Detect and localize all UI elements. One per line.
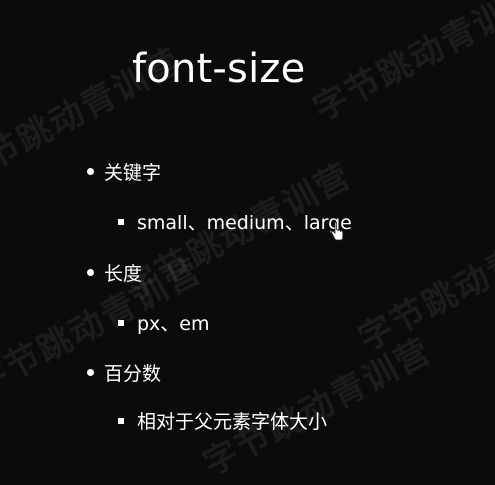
list-subitem: small、medium、large <box>118 208 352 235</box>
list-subitem: 相对于父元素字体大小 <box>118 407 327 434</box>
list-item-label: 百分数 <box>104 363 162 385</box>
list-item-label: 关键字 <box>104 162 162 184</box>
list-subitem: px、em <box>118 309 210 336</box>
list-subitem-label: 相对于父元素字体大小 <box>137 411 328 433</box>
hand-pointer-icon <box>331 222 344 241</box>
bullet-list: 关键字 small、medium、large 长度 px、em 百分数 相对于父… <box>0 0 495 473</box>
square-bullet-icon <box>118 417 124 424</box>
square-bullet-icon <box>118 218 124 225</box>
list-item: 关键字 <box>87 158 161 185</box>
round-bullet-icon <box>87 168 94 175</box>
round-bullet-icon <box>87 269 94 276</box>
square-bullet-icon <box>118 319 124 326</box>
round-bullet-icon <box>87 369 94 376</box>
list-item: 百分数 <box>87 359 161 386</box>
list-subitem-label: px、em <box>137 313 210 335</box>
list-item: 长度 <box>87 259 142 286</box>
list-item-label: 长度 <box>104 263 143 285</box>
list-subitem-label: small、medium、large <box>137 212 352 234</box>
